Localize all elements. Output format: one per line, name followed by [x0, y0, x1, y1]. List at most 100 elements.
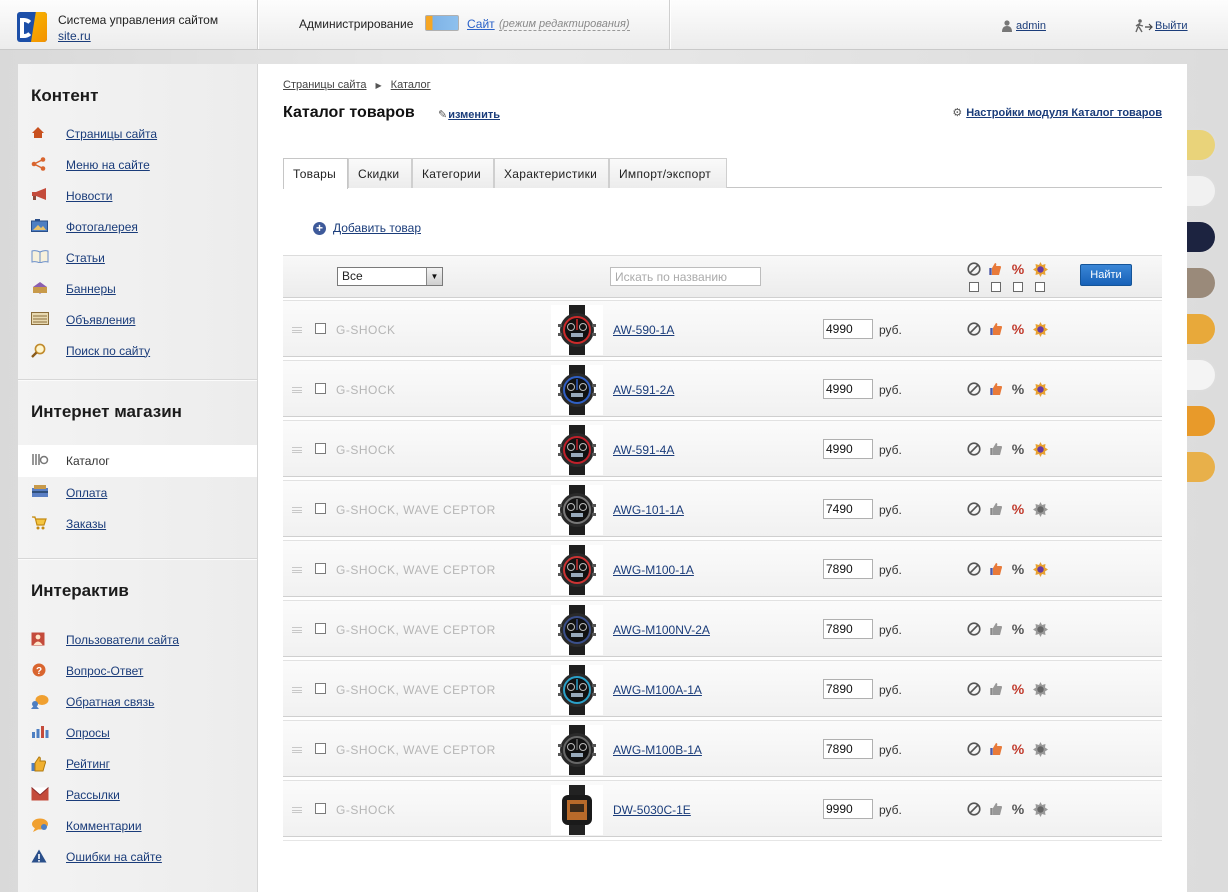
drag-handle-icon[interactable] [292, 387, 302, 393]
edit-mode-label[interactable]: (режим редактирования) [499, 18, 630, 31]
product-thumbnail[interactable] [551, 605, 603, 655]
tab-products[interactable]: Товары [283, 158, 348, 189]
discount-icon[interactable]: % [1007, 439, 1029, 459]
breadcrumb-catalog[interactable]: Каталог [391, 79, 431, 91]
hidden-icon[interactable] [963, 679, 985, 699]
row-checkbox[interactable] [315, 383, 326, 394]
recommend-icon[interactable] [985, 799, 1007, 819]
new-icon[interactable] [1029, 739, 1051, 759]
drag-handle-icon[interactable] [292, 567, 302, 573]
sidebar-item-catalog[interactable]: Каталог [18, 445, 274, 477]
tab-import-export[interactable]: Импорт/экспорт [609, 158, 727, 188]
sidebar-item-photo[interactable]: Фотогалерея [18, 211, 257, 242]
new-icon[interactable] [1029, 499, 1051, 519]
discount-icon[interactable]: % [1007, 319, 1029, 339]
drag-handle-icon[interactable] [292, 807, 302, 813]
hidden-icon[interactable] [963, 619, 985, 639]
drag-handle-icon[interactable] [292, 687, 302, 693]
sidebar-item-share[interactable]: Меню на сайте [18, 149, 257, 180]
product-thumbnail[interactable] [551, 545, 603, 595]
breadcrumb-pages[interactable]: Страницы сайта [283, 79, 367, 91]
product-name-link[interactable]: DW-5030C-1E [613, 803, 691, 817]
site-mode-link[interactable]: Сайт [467, 17, 495, 31]
sidebar-item-search[interactable]: Поиск по сайту [18, 335, 257, 366]
flag-filter-checkbox[interactable] [969, 282, 979, 292]
product-thumbnail[interactable] [551, 305, 603, 355]
discount-icon[interactable]: % [1007, 799, 1029, 819]
sidebar-item-label[interactable]: Опросы [66, 726, 110, 740]
product-thumbnail[interactable] [551, 785, 603, 835]
product-name-link[interactable]: AWG-M100-1A [613, 563, 694, 577]
logout-link[interactable]: Выйти [1155, 20, 1188, 32]
row-checkbox[interactable] [315, 443, 326, 454]
add-product[interactable]: + Добавить товар [313, 221, 421, 235]
product-name-link[interactable]: AW-591-2A [613, 383, 674, 397]
sidebar-item-label[interactable]: Оплата [66, 486, 107, 500]
sidebar-item-cart[interactable]: Заказы [18, 508, 257, 539]
sidebar-item-label[interactable]: Объявления [66, 313, 135, 327]
recommend-icon[interactable] [985, 439, 1007, 459]
drag-handle-icon[interactable] [292, 507, 302, 513]
price-input[interactable] [823, 679, 873, 699]
user-link[interactable]: admin [1016, 20, 1046, 32]
drag-handle-icon[interactable] [292, 627, 302, 633]
sidebar-item-megaphone[interactable]: Новости [18, 180, 257, 211]
row-checkbox[interactable] [315, 623, 326, 634]
sidebar-item-label[interactable]: Ошибки на сайте [66, 850, 162, 864]
recommend-icon[interactable] [985, 739, 1007, 759]
sidebar-item-warning[interactable]: Ошибки на сайте [18, 841, 257, 872]
new-icon[interactable] [1029, 439, 1051, 459]
product-thumbnail[interactable] [551, 725, 603, 775]
product-name-link[interactable]: AW-590-1A [613, 323, 674, 337]
module-settings[interactable]: ⚙ Настройки модуля Каталог товаров [952, 106, 1162, 119]
sidebar-item-label[interactable]: Заказы [66, 517, 106, 531]
sidebar-item-comments[interactable]: Комментарии [18, 810, 257, 841]
drag-handle-icon[interactable] [292, 447, 302, 453]
discount-icon[interactable]: % [1007, 499, 1029, 519]
row-checkbox[interactable] [315, 503, 326, 514]
sidebar-item-question[interactable]: ? Вопрос-Ответ [18, 655, 257, 686]
hidden-icon[interactable] [963, 559, 985, 579]
cms-logo[interactable] [17, 12, 47, 42]
discount-icon[interactable]: % [1007, 559, 1029, 579]
price-input[interactable] [823, 379, 873, 399]
sidebar-item-label[interactable]: Меню на сайте [66, 158, 150, 172]
recommend-icon[interactable] [985, 319, 1007, 339]
sidebar-item-ads[interactable]: Объявления [18, 304, 257, 335]
sidebar-item-label[interactable]: Обратная связь [66, 695, 154, 709]
price-input[interactable] [823, 319, 873, 339]
price-input[interactable] [823, 499, 873, 519]
discount-icon[interactable]: % [1007, 619, 1029, 639]
product-name-link[interactable]: AWG-M100A-1A [613, 683, 702, 697]
price-input[interactable] [823, 799, 873, 819]
product-thumbnail[interactable] [551, 425, 603, 475]
recommend-icon[interactable] [985, 619, 1007, 639]
sidebar-item-label[interactable]: Вопрос-Ответ [66, 664, 143, 678]
edit-title[interactable]: ✎изменить [438, 108, 500, 121]
sidebar-item-label[interactable]: Рейтинг [66, 757, 110, 771]
hidden-icon[interactable] [963, 739, 985, 759]
new-icon[interactable] [1029, 799, 1051, 819]
sidebar-item-label[interactable]: Рассылки [66, 788, 120, 802]
row-checkbox[interactable] [315, 743, 326, 754]
sidebar-item-label[interactable]: Комментарии [66, 819, 142, 833]
sidebar-item-feedback[interactable]: Обратная связь [18, 686, 257, 717]
discount-icon[interactable]: % [1007, 379, 1029, 399]
sidebar-item-banner[interactable]: Баннеры [18, 273, 257, 304]
hidden-icon[interactable] [963, 319, 985, 339]
product-name-link[interactable]: AWG-101-1A [613, 503, 684, 517]
module-settings-link[interactable]: Настройки модуля Каталог товаров [966, 107, 1162, 119]
price-input[interactable] [823, 619, 873, 639]
row-checkbox[interactable] [315, 803, 326, 814]
price-input[interactable] [823, 739, 873, 759]
sidebar-item-rating[interactable]: Рейтинг [18, 748, 257, 779]
sidebar-item-book[interactable]: Статьи [18, 242, 257, 273]
sidebar-item-mail[interactable]: Рассылки [18, 779, 257, 810]
row-checkbox[interactable] [315, 563, 326, 574]
recommend-icon[interactable] [985, 679, 1007, 699]
sidebar-item-label[interactable]: Фотогалерея [66, 220, 138, 234]
product-name-link[interactable]: AWG-M100NV-2A [613, 623, 710, 637]
sidebar-item-home[interactable]: Страницы сайта [18, 118, 257, 149]
sidebar-item-label[interactable]: Баннеры [66, 282, 116, 296]
recommend-icon[interactable] [985, 379, 1007, 399]
